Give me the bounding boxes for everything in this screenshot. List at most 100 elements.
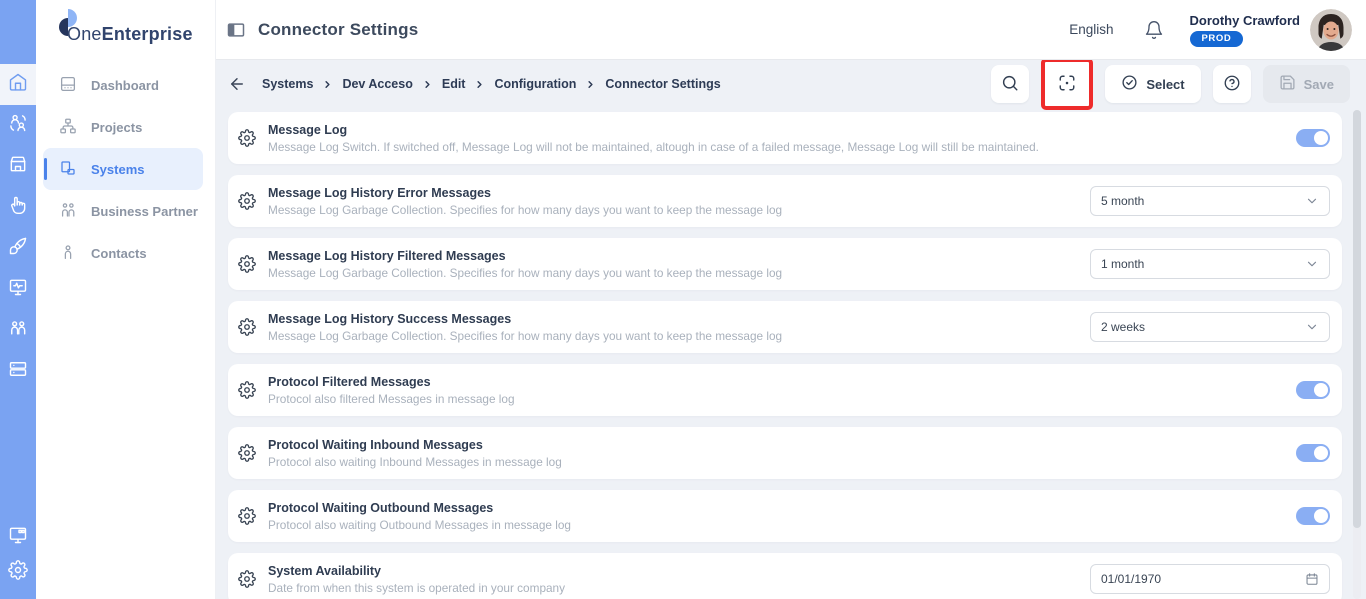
sidebar-item-dashboard[interactable]: Dashboard — [43, 64, 203, 106]
header-actions: English Dorothy Crawford PROD — [1069, 8, 1352, 51]
user-menu[interactable]: Dorothy Crawford PROD — [1189, 12, 1301, 47]
rail-item-partners[interactable] — [0, 310, 36, 351]
rail-item-share[interactable] — [0, 105, 36, 146]
sidebar-item-label: Dashboard — [91, 77, 159, 93]
setting-control: 01/01/1970 — [1090, 564, 1330, 594]
systems-icon — [59, 159, 77, 180]
calendar-icon — [1306, 573, 1318, 585]
settings-row: Protocol Waiting Inbound Messages Protoc… — [228, 427, 1342, 479]
breadcrumb-item[interactable]: Dev Acceso — [342, 77, 412, 91]
rail-item-design[interactable] — [0, 228, 36, 269]
gear-icon — [238, 129, 256, 147]
user-name: Dorothy Crawford — [1189, 12, 1301, 28]
setting-title: Protocol Waiting Inbound Messages — [268, 437, 483, 452]
gear-icon — [238, 381, 256, 399]
top-header: Connector Settings English Dorothy Crawf… — [216, 0, 1366, 60]
home-icon — [8, 72, 28, 97]
bell-icon[interactable] — [1144, 20, 1164, 40]
setting-text: Message Log History Success Messages Mes… — [268, 311, 782, 344]
rail-item-systems[interactable] — [0, 351, 36, 392]
date-input[interactable]: 01/01/1970 — [1090, 564, 1330, 594]
breadcrumb-item[interactable]: Connector Settings — [605, 77, 720, 91]
dropdown-select[interactable]: 2 weeks — [1090, 312, 1330, 342]
save-button-label: Save — [1303, 76, 1334, 92]
search-icon — [1001, 74, 1019, 95]
users-icon — [8, 318, 28, 343]
monitor-pulse-icon — [8, 277, 28, 302]
back-button[interactable] — [228, 75, 246, 93]
toggle-knob — [1314, 446, 1328, 460]
monitor-apps-icon — [8, 525, 28, 550]
setting-control: 1 month — [1090, 249, 1330, 279]
rail-item-home[interactable] — [0, 64, 36, 105]
chevron-right-icon — [588, 80, 594, 88]
breadcrumb: Systems Dev Acceso Edit Configuration Connec… — [262, 77, 721, 91]
setting-title: System Availability — [268, 563, 382, 578]
setting-control: 5 month — [1090, 186, 1330, 216]
breadcrumb-item[interactable]: Systems — [262, 77, 313, 91]
scrollbar[interactable] — [1353, 110, 1361, 599]
avatar[interactable] — [1310, 8, 1352, 51]
rail-item-store[interactable] — [0, 146, 36, 187]
help-button[interactable] — [1212, 65, 1251, 103]
setting-title: Message Log History Filtered Messages — [268, 248, 506, 263]
avatar-image — [1310, 8, 1352, 51]
setting-title: Message Log History Success Messages — [268, 311, 512, 326]
icon-rail — [0, 0, 36, 599]
language-selector[interactable]: English — [1069, 22, 1113, 37]
breadcrumb-item[interactable]: Configuration — [494, 77, 576, 91]
toggle-knob — [1314, 131, 1328, 145]
settings-row: Protocol Waiting Outbound Messages Proto… — [228, 490, 1342, 542]
sidebar-item-contacts[interactable]: Contacts — [43, 232, 203, 274]
sidebar-item-label: Contacts — [91, 245, 147, 261]
gear-icon — [238, 192, 256, 210]
dropdown-value: 1 month — [1101, 257, 1145, 271]
chevron-down-icon — [1307, 261, 1317, 267]
setting-description: Protocol also filtered Messages in messa… — [268, 391, 515, 406]
check-circle-icon — [1121, 74, 1138, 94]
setting-title: Protocol Filtered Messages — [268, 374, 431, 389]
toggle-switch[interactable] — [1296, 444, 1330, 462]
select-button[interactable]: Select — [1105, 65, 1201, 103]
help-circle-icon — [1223, 74, 1241, 95]
setting-text: Protocol Waiting Outbound Messages Proto… — [268, 500, 571, 533]
toggle-switch[interactable] — [1296, 129, 1330, 147]
settings-list: Message Log Message Log Switch. If switc… — [216, 108, 1366, 599]
rail-item-devices[interactable] — [0, 517, 36, 558]
settings-row: Message Log History Success Messages Mes… — [228, 301, 1342, 353]
sidebar-item-label: Systems — [91, 161, 145, 177]
setting-text: Message Log Message Log Switch. If switc… — [268, 122, 1039, 155]
settings-row: Protocol Filtered Messages Protocol also… — [228, 364, 1342, 416]
sidebar: OneEnterprise Dashboard Projects Systems… — [36, 0, 216, 599]
toggle-knob — [1314, 383, 1328, 397]
rail-item-monitoring[interactable] — [0, 269, 36, 310]
dropdown-select[interactable]: 1 month — [1090, 249, 1330, 279]
search-button[interactable] — [991, 65, 1030, 103]
focus-button[interactable] — [1048, 65, 1087, 103]
page-title: Connector Settings — [258, 19, 419, 39]
chevron-down-icon — [1307, 198, 1317, 204]
toggle-knob — [1314, 509, 1328, 523]
rail-item-settings[interactable] — [0, 558, 36, 599]
settings-row: System Availability Date from when this … — [228, 553, 1342, 599]
rail-item-actions[interactable] — [0, 187, 36, 228]
sidebar-item-business-partner[interactable]: Business Partner — [43, 190, 203, 232]
main-content: Systems Dev Acceso Edit Configuration Connec… — [216, 60, 1366, 599]
sidebar-item-systems[interactable]: Systems — [43, 148, 203, 190]
sidebar-collapse-icon[interactable] — [226, 20, 246, 40]
dropdown-select[interactable]: 5 month — [1090, 186, 1330, 216]
setting-description: Protocol also waiting Inbound Messages i… — [268, 454, 562, 469]
annotation-highlight — [1041, 60, 1094, 110]
sidebar-nav: Dashboard Projects Systems Business Part… — [36, 64, 215, 274]
toggle-switch[interactable] — [1296, 507, 1330, 525]
save-button[interactable]: Save — [1262, 65, 1350, 103]
sidebar-item-projects[interactable]: Projects — [43, 106, 203, 148]
breadcrumb-item[interactable]: Edit — [442, 77, 466, 91]
date-value: 01/01/1970 — [1101, 572, 1162, 586]
contacts-icon — [59, 243, 77, 264]
save-icon — [1279, 74, 1296, 94]
scrollbar-thumb[interactable] — [1353, 110, 1361, 528]
chevron-right-icon — [325, 80, 331, 88]
setting-control — [1296, 129, 1330, 147]
toggle-switch[interactable] — [1296, 381, 1330, 399]
